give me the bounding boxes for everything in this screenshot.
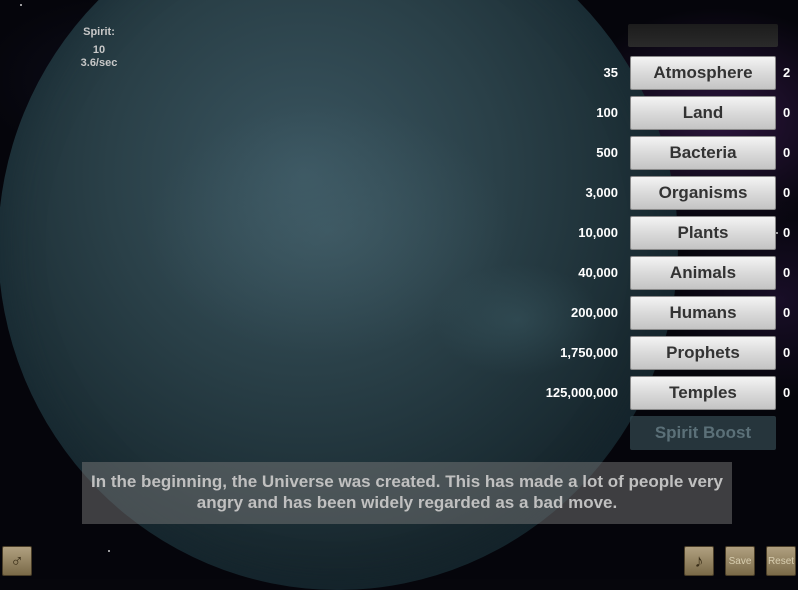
upgrade-cost: 3,000: [585, 185, 618, 200]
buy-land-button[interactable]: Land: [630, 96, 776, 130]
music-toggle-button[interactable]: ♪: [684, 546, 714, 576]
reset-button[interactable]: Reset: [766, 546, 796, 576]
upgrade-count: 0: [783, 385, 791, 400]
upgrade-cost: 200,000: [571, 305, 618, 320]
upgrade-count: 2: [783, 65, 791, 80]
buy-animals-button[interactable]: Animals: [630, 256, 776, 290]
upgrade-row-organisms: 3,000 Organisms 0: [0, 176, 798, 210]
upgrade-cost: 40,000: [578, 265, 618, 280]
upgrade-row-humans: 200,000 Humans 0: [0, 296, 798, 330]
upgrade-row-animals: 40,000 Animals 0: [0, 256, 798, 290]
upgrade-row-land: 100 Land 0: [0, 96, 798, 130]
upgrade-row-temples: 125,000,000 Temples 0: [0, 376, 798, 410]
upgrade-count: 0: [783, 345, 791, 360]
spirit-label: Spirit:: [83, 26, 115, 38]
upgrade-row-prophets: 1,750,000 Prophets 0: [0, 336, 798, 370]
progress-bar: [628, 24, 778, 47]
upgrade-count: 0: [783, 225, 791, 240]
upgrade-count: 0: [783, 105, 791, 120]
buy-organisms-button[interactable]: Organisms: [630, 176, 776, 210]
buy-atmosphere-button[interactable]: Atmosphere: [630, 56, 776, 90]
upgrade-cost: 35: [603, 65, 618, 80]
god-menu-button[interactable]: ♂: [2, 546, 32, 576]
save-label: Save: [728, 556, 752, 567]
buy-plants-button[interactable]: Plants: [630, 216, 776, 250]
buy-bacteria-button[interactable]: Bacteria: [630, 136, 776, 170]
upgrade-row-atmosphere: 35 Atmosphere 2: [0, 56, 798, 90]
upgrade-count: 0: [783, 265, 791, 280]
buy-humans-button[interactable]: Humans: [630, 296, 776, 330]
upgrade-row-bacteria: 500 Bacteria 0: [0, 136, 798, 170]
upgrade-count: 0: [783, 305, 791, 320]
upgrade-count: 0: [783, 145, 791, 160]
god-symbol-icon: ♂: [10, 551, 24, 571]
upgrade-row-plants: 10,000 Plants 0: [0, 216, 798, 250]
upgrade-cost: 10,000: [578, 225, 618, 240]
spirit-boost-button[interactable]: Spirit Boost: [630, 416, 776, 450]
upgrade-cost: 1,750,000: [560, 345, 618, 360]
star: [108, 550, 110, 552]
narrative-message: In the beginning, the Universe was creat…: [82, 462, 732, 524]
buy-temples-button[interactable]: Temples: [630, 376, 776, 410]
upgrade-cost: 125,000,000: [545, 385, 618, 400]
reset-label: Reset: [767, 556, 795, 567]
save-button[interactable]: Save: [725, 546, 755, 576]
buy-prophets-button[interactable]: Prophets: [630, 336, 776, 370]
upgrade-cost: 100: [596, 105, 618, 120]
star: [20, 4, 22, 6]
upgrade-count: 0: [783, 185, 791, 200]
music-note-icon: ♪: [694, 551, 704, 571]
upgrade-cost: 500: [596, 145, 618, 160]
